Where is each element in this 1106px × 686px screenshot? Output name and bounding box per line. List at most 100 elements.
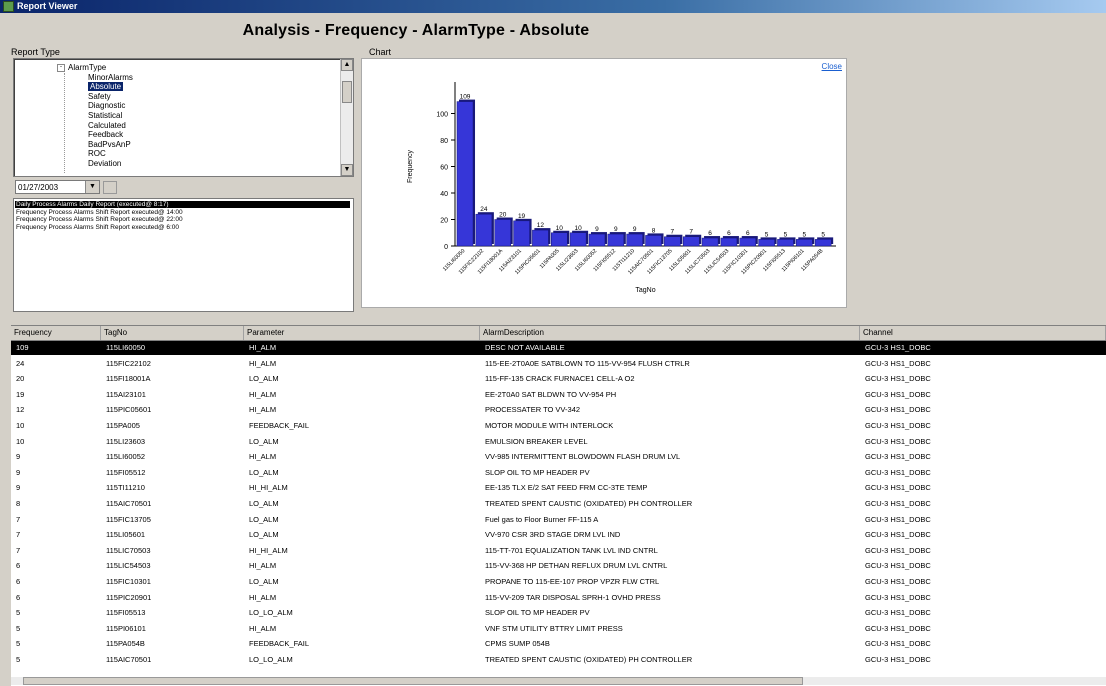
date-value: 01/27/2003 [18, 183, 59, 192]
column-header[interactable]: TagNo [101, 326, 244, 340]
bar [664, 236, 681, 247]
column-header[interactable]: AlarmDescription [480, 326, 860, 340]
scroll-down-icon[interactable]: ▼ [341, 164, 353, 176]
refresh-button[interactable] [103, 181, 117, 194]
table-cell: FEEDBACK_FAIL [249, 421, 310, 430]
table-row[interactable]: 5 115FI05513 LO_LO_ALM SLOP OIL TO MP HEADE… [11, 606, 1106, 620]
table-row[interactable]: 6 115FIC10301 LO_ALM PROPANE TO 115-EE-107 … [11, 575, 1106, 589]
table-cell: 115PA054B [106, 639, 145, 649]
scroll-up-icon[interactable]: ▲ [341, 59, 353, 71]
tree-item[interactable]: Safety [88, 92, 111, 101]
table-cell: 115FI18001A [106, 374, 151, 384]
report-list-item[interactable]: Frequency Process Alarms Shift Report ex… [16, 209, 183, 216]
report-list-item[interactable]: Frequency Process Alarms Shift Report ex… [16, 224, 179, 231]
table-cell: 115FI05513 [106, 608, 146, 618]
table-row[interactable]: 7 115FIC13705 LO_ALM Fuel gas to Floor Burn… [11, 513, 1106, 527]
column-header[interactable]: Frequency [11, 326, 101, 340]
table-row[interactable]: 6 115LIC54503 HI_ALM 115-VV-368 HP DETHAN R… [11, 559, 1106, 573]
tree-item[interactable]: Feedback [88, 130, 123, 139]
table-header: Frequency TagNo Parameter AlarmDescription C… [11, 326, 1106, 341]
page-title: Analysis - Frequency - AlarmType - Absol… [242, 22, 590, 39]
column-header[interactable]: Channel [860, 326, 1106, 340]
table-cell: 115-VV-209 TAR DISPOSAL SPRH-1 OVHD PRES… [485, 592, 661, 602]
bar-value-label: 109 [460, 94, 471, 101]
table-row[interactable]: 5 115PI06101 HI_ALM VNF STM UTILITY BTTRY L… [11, 622, 1106, 636]
table-cell: GCU-3 HS1_DOBC [865, 389, 931, 399]
table-cell: 115LI60052 [106, 452, 146, 462]
table-cell: LO_ALM [249, 530, 279, 540]
bar-value-label: 12 [537, 222, 545, 229]
tree-scrollbar[interactable]: ▲ ▼ [340, 59, 353, 176]
table-row[interactable]: 12 115PIC05601 HI_ALM PROCESSATER TO VV-342… [11, 403, 1106, 417]
table-cell: GCU-3 HS1_DOBC [865, 592, 931, 602]
table-cell: HI_ALM [249, 561, 277, 571]
table-cell: GCU-3 HS1_DOBC [865, 421, 931, 430]
table-cell: 115AIC70501 [106, 499, 152, 508]
table-cell: GCU-3 HS1_DOBC [865, 343, 931, 352]
table-row[interactable]: 9 115FI05512 LO_ALM SLOP OIL TO MP HEADER P… [11, 466, 1106, 480]
table-row[interactable]: 20 115FI18001A LO_ALM 115-FF-135 CRACK FURN… [11, 372, 1106, 386]
close-link[interactable]: Close [822, 62, 842, 71]
tree-item[interactable]: Calculated [88, 121, 126, 130]
tree-item[interactable]: MinorAlarms [88, 73, 133, 82]
bar-value-label: 9 [614, 226, 618, 233]
column-header[interactable]: Parameter [244, 326, 480, 340]
bar-value-label: 7 [689, 229, 693, 236]
table-cell: LO_ALM [249, 374, 279, 384]
report-type-label: Report Type [11, 47, 60, 57]
table-horizontal-scrollbar[interactable] [11, 677, 1106, 685]
table-cell: VNF STM UTILITY BTTRY LIMIT PRESS [485, 623, 623, 633]
table-row[interactable]: 10 115PA005 FEEDBACK_FAIL MOTOR MODULE WITH… [11, 419, 1106, 433]
table-row[interactable]: 10 115LI23603 LO_ALM EMULSION BREAKER LEVEL… [11, 435, 1106, 449]
report-list-item[interactable]: Daily Process Alarms Daily Report (execu… [15, 201, 350, 208]
table-row[interactable]: 7 115LIC70503 HI_HI_ALM 115-TT-701 EQUALIZA… [11, 544, 1106, 558]
table-row[interactable]: 5 115PA054B FEEDBACK_FAIL CPMS SUMP 054B GCU… [11, 637, 1106, 651]
tree-item[interactable]: Statistical [88, 111, 122, 120]
tree-item[interactable]: AlarmType [68, 63, 106, 72]
table-row[interactable]: 9 115LI60052 HI_ALM VV-985 INTERMITTENT BLO… [11, 450, 1106, 464]
bar-value-label: 5 [802, 231, 806, 238]
tree-item[interactable]: Deviation [88, 159, 121, 168]
table-cell: 10 [16, 436, 25, 446]
table-row[interactable]: 19 115AI23101 HI_ALM EE-2T0A0 SAT BLDWN TO … [11, 388, 1106, 402]
table-row[interactable]: 109 115LI60050 HI_ALM DESC NOT AVAILABLE GCU… [11, 341, 1106, 355]
report-type-tree[interactable]: AlarmType - MinorAlarms Absolute Safety Diagn… [13, 58, 354, 177]
table-cell: 115AI23101 [106, 389, 146, 399]
bar [739, 237, 757, 247]
window-title: Report Viewer [17, 1, 78, 11]
tree-item[interactable]: Diagnostic [88, 101, 125, 110]
bar-value-label: 19 [518, 213, 526, 220]
chevron-down-icon[interactable]: ▼ [85, 181, 99, 193]
table-cell: HI_ALM [249, 452, 277, 462]
table-cell: 115FI05512 [106, 467, 146, 477]
table-cell: 115PIC05601 [106, 405, 152, 415]
table-cell: 5 [16, 608, 21, 618]
bar-value-label: 10 [556, 225, 564, 232]
bar-value-label: 9 [633, 226, 637, 233]
tree-item[interactable]: BadPvsAnP [88, 140, 131, 149]
tree-item[interactable]: Absolute [88, 82, 124, 92]
bar [456, 101, 474, 247]
table-row[interactable]: 7 115LI05601 LO_ALM VV-970 CSR 3RD STAGE DR… [11, 528, 1106, 542]
tree-item[interactable]: ROC [88, 149, 106, 158]
table-row[interactable]: 8 115AIC70501 LO_ALM TREATED SPENT CAUSTIC … [11, 497, 1106, 511]
date-select[interactable]: 01/27/2003 ▼ [15, 180, 100, 194]
bar-value-label: 5 [821, 231, 825, 238]
table-row[interactable]: 6 115PIC20901 HI_ALM 115-VV-209 TAR DISPOSA… [11, 591, 1106, 605]
bar [777, 239, 794, 247]
table-cell: CPMS SUMP 054B [485, 639, 550, 649]
bar [494, 219, 511, 247]
report-list[interactable]: Daily Process Alarms Daily Report (execu… [13, 198, 354, 312]
table-cell: HI_ALM [249, 358, 277, 368]
alarm-table[interactable]: Frequency TagNo Parameter AlarmDescription C… [11, 325, 1106, 686]
table-row[interactable]: 24 115FIC22102 HI_ALM 115-EE-2T0A0E SATBLOW… [11, 357, 1106, 371]
table-cell: 115LIC54503 [106, 561, 151, 571]
chart-group-label: Chart [369, 47, 392, 57]
report-list-item[interactable]: Frequency Process Alarms Shift Report ex… [16, 216, 183, 223]
scroll-thumb[interactable] [23, 677, 803, 685]
tree-expander-icon[interactable]: - [57, 64, 65, 72]
table-cell: 19 [16, 389, 25, 399]
scroll-thumb[interactable] [342, 81, 352, 103]
table-row[interactable]: 5 115AIC70501 LO_LO_ALM TREATED SPENT CAUST… [11, 653, 1106, 667]
table-row[interactable]: 9 115TI11210 HI_HI_ALM EE-135 TLX E/2 SAT F… [11, 481, 1106, 495]
